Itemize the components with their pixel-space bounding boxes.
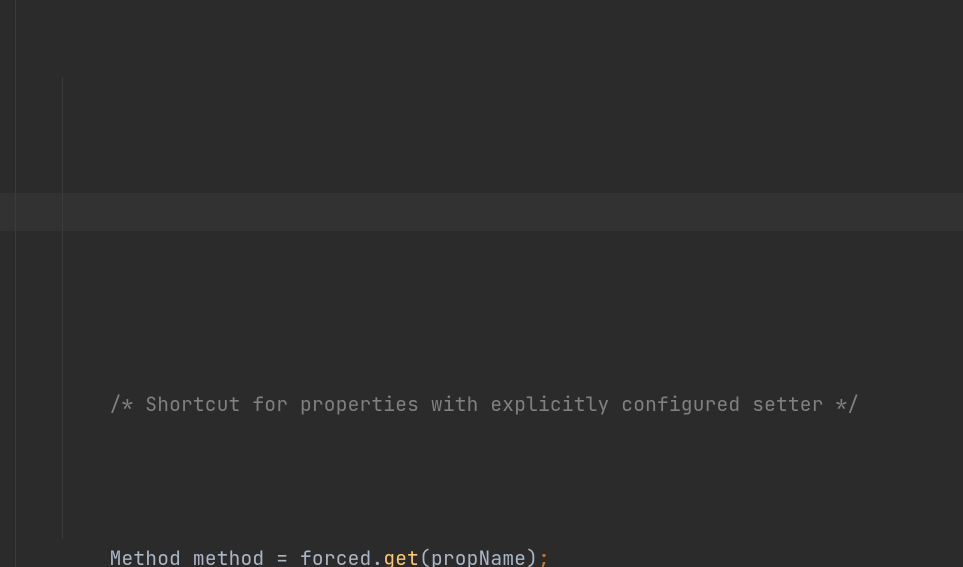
method-call: get	[383, 545, 419, 567]
code-editor[interactable]: /* Shortcut for properties with explicit…	[0, 0, 963, 567]
indent-guide	[62, 77, 63, 539]
paren: (	[419, 545, 431, 567]
indent-guide	[15, 0, 16, 567]
dot: .	[371, 545, 383, 567]
caret-line-highlight	[0, 193, 963, 232]
identifier: propName	[431, 545, 526, 567]
code-line: Method method = forced.get(propName);	[0, 501, 963, 540]
semicolon: ;	[538, 545, 550, 567]
type-name: Method	[110, 545, 181, 567]
operator: =	[264, 545, 300, 567]
identifier: method	[193, 545, 264, 567]
identifier: forced	[300, 545, 371, 567]
paren: )	[526, 545, 538, 567]
comment-text: /* Shortcut for properties with explicit…	[110, 391, 860, 417]
